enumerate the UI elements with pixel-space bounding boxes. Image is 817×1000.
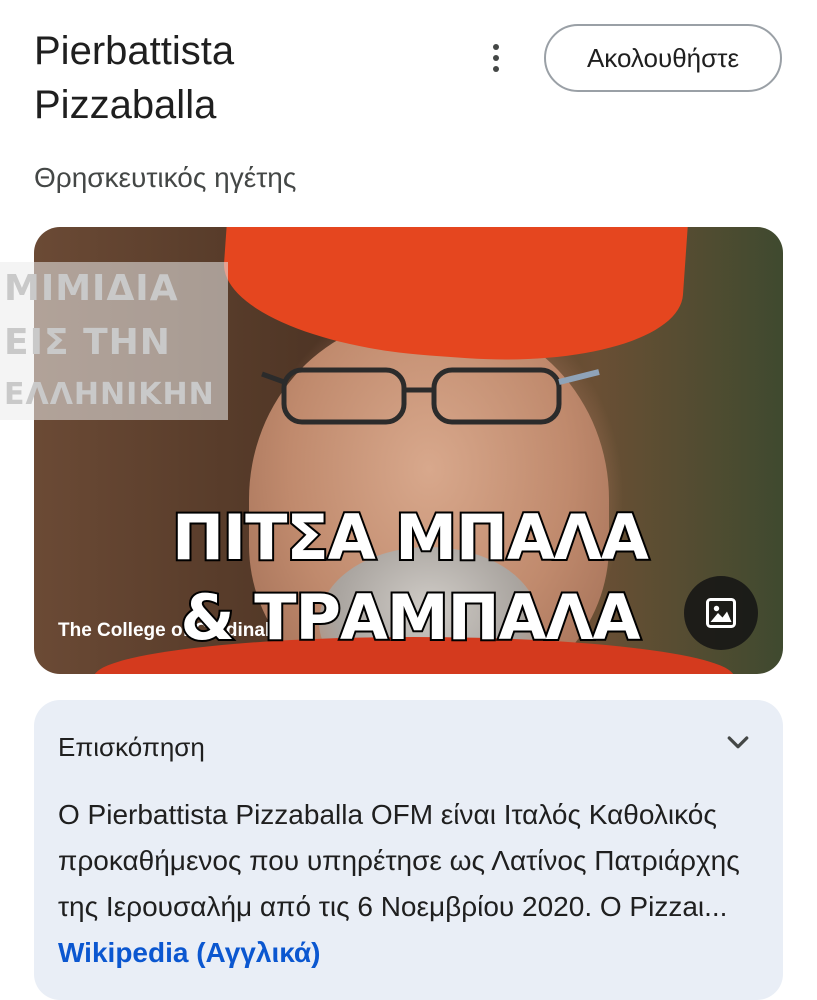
overview-text: Ο Pierbattista Pizzaballa OFM είναι Ιταλ… <box>58 799 740 922</box>
more-vert-icon[interactable] <box>482 40 510 76</box>
image-icon[interactable] <box>684 576 758 650</box>
watermark-line-1: ΜΙΜΙΔΙΑ <box>4 268 179 309</box>
watermark-line-3: ΕΛΛΗΝΙΚΗΝ <box>4 377 215 412</box>
glasses-shape <box>261 367 600 425</box>
overview-description: Ο Pierbattista Pizzaballa OFM είναι Ιταλ… <box>58 792 778 976</box>
follow-button[interactable]: Ακολουθήστε <box>544 24 782 92</box>
watermark-line-2: ΕΙΣ ΤΗΝ <box>4 322 171 363</box>
meme-line-2: & ΤΡΑΜΠΑΛΑ <box>179 579 643 656</box>
meme-caption: ΠΙΤΣΑ ΜΠΑΛΑ & ΤΡΑΜΠΑΛΑ <box>150 498 670 658</box>
entity-subtitle: Θρησκευτικός ηγέτης <box>34 162 297 193</box>
watermark: ΜΙΜΙΔΙΑ ΕΙΣ ΤΗΝ ΕΛΛΗΝΙΚΗΝ <box>0 262 228 420</box>
cardinal-hat <box>218 227 690 373</box>
overview-title: Επισκόπηση <box>58 732 205 762</box>
overview-card: Επισκόπηση Ο Pierbattista Pizzaballa OFM… <box>34 700 783 1000</box>
meme-line-1: ΠΙΤΣΑ ΜΠΑΛΑ <box>170 499 651 576</box>
chevron-down-icon[interactable] <box>723 728 753 758</box>
entity-title: Pierbattista Pizzaballa <box>34 29 235 127</box>
wikipedia-link[interactable]: Wikipedia (Αγγλικά) <box>58 937 320 968</box>
